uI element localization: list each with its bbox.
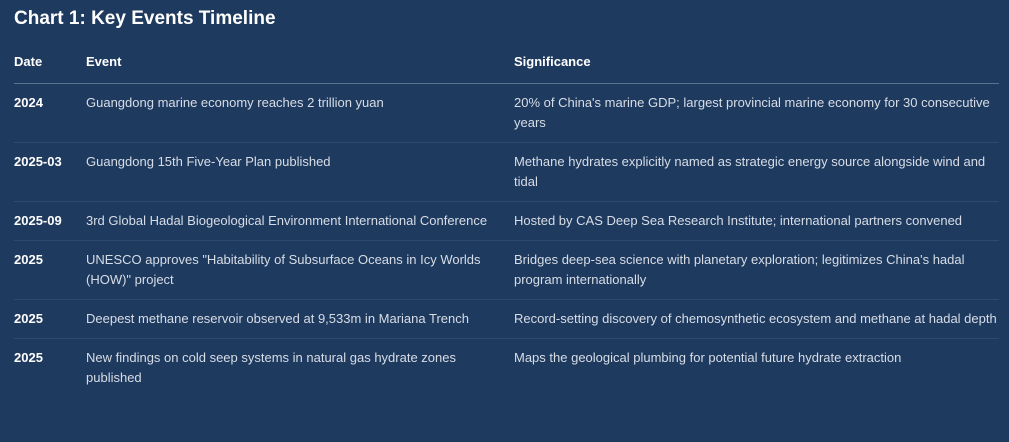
table-row: 2025 Deepest methane reservoir observed … bbox=[14, 299, 999, 339]
timeline-page: Chart 1: Key Events Timeline Date Event … bbox=[14, 0, 999, 397]
row-date: 2025 bbox=[14, 299, 86, 339]
row-event: Guangdong 15th Five-Year Plan published bbox=[86, 142, 514, 202]
row-date: 2025-09 bbox=[14, 201, 86, 241]
row-significance: Maps the geological plumbing for potenti… bbox=[514, 350, 902, 365]
column-header-date: Date bbox=[14, 40, 86, 84]
row-date: 2025 bbox=[14, 350, 43, 365]
row-event: UNESCO approves "Habitability of Subsurf… bbox=[86, 240, 514, 300]
table-row: 2024 Guangdong marine economy reaches 2 … bbox=[14, 83, 999, 143]
table-row: 2025 UNESCO approves "Habitability of Su… bbox=[14, 240, 999, 300]
table-row: 2025 New findings on cold seep systems i… bbox=[14, 339, 999, 398]
row-date: 2024 bbox=[14, 83, 86, 143]
events-table: Date Event Significance 2024 Guangdong m… bbox=[14, 40, 999, 397]
table-row: 2025-09 3rd Global Hadal Biogeological E… bbox=[14, 201, 999, 241]
column-header-significance: Significance bbox=[514, 40, 999, 84]
table-row: 2025-03 Guangdong 15th Five-Year Plan pu… bbox=[14, 142, 999, 202]
row-date: 2025 bbox=[14, 240, 86, 300]
row-event: 3rd Global Hadal Biogeological Environme… bbox=[86, 201, 514, 241]
row-significance: Hosted by CAS Deep Sea Research Institut… bbox=[514, 201, 999, 241]
row-date: 2025-03 bbox=[14, 142, 86, 202]
row-significance: Bridges deep-sea science with planetary … bbox=[514, 240, 999, 300]
row-significance: Record-setting discovery of chemosynthet… bbox=[514, 299, 999, 339]
table-header-row: Date Event Significance bbox=[14, 40, 999, 84]
column-header-event: Event bbox=[86, 40, 514, 84]
row-significance: 20% of China's marine GDP; largest provi… bbox=[514, 83, 999, 143]
row-event: Guangdong marine economy reaches 2 trill… bbox=[86, 83, 514, 143]
chart-title: Chart 1: Key Events Timeline bbox=[14, 8, 276, 29]
row-event: Deepest methane reservoir observed at 9,… bbox=[86, 299, 514, 339]
row-event: New findings on cold seep systems in nat… bbox=[86, 350, 456, 385]
row-significance: Methane hydrates explicitly named as str… bbox=[514, 142, 999, 202]
